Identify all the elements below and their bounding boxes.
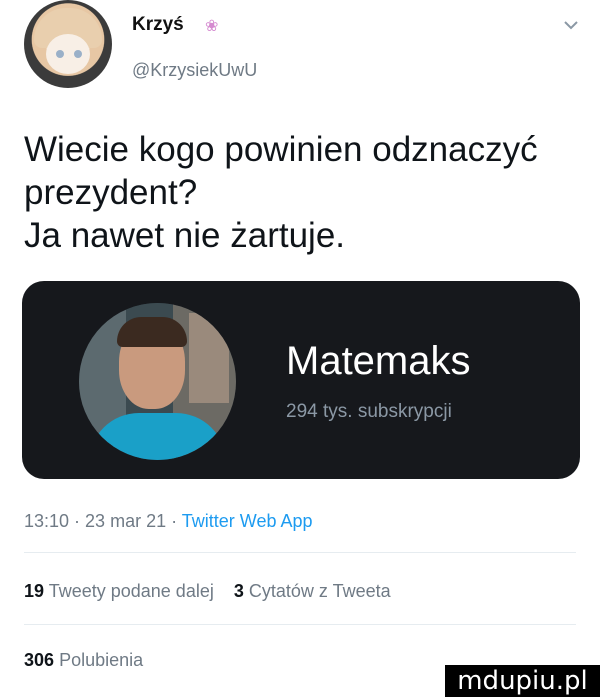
quotes-label: Cytatów z Tweeta bbox=[248, 581, 391, 601]
site-watermark: mdupiu.pl bbox=[445, 665, 600, 697]
flower-emoji-icon: ❀ bbox=[205, 18, 219, 35]
avatar-eye-right bbox=[74, 50, 82, 58]
quotes-count: 3 bbox=[233, 581, 244, 601]
author-avatar[interactable] bbox=[24, 0, 112, 88]
avatar-eye-left bbox=[56, 50, 64, 58]
tweet-text: Wiecie kogo powinien odznaczyć prezydent… bbox=[24, 130, 538, 255]
meta-separator: · bbox=[69, 511, 86, 531]
author-display-name[interactable]: Krzyś bbox=[132, 14, 184, 36]
tweet-metadata: 13:10 · 23 mar 21 · Twitter Web App bbox=[24, 511, 313, 532]
tweet-date[interactable]: 23 mar 21 bbox=[85, 511, 166, 531]
subscriber-count: 294 tys. subskrypcji bbox=[286, 401, 452, 422]
tweet-stats: 19 Tweety podane dalej 3 Cytatów z Tweet… bbox=[24, 581, 391, 602]
likes-label: Polubienia bbox=[59, 650, 144, 670]
meta-separator: · bbox=[166, 511, 182, 531]
retweets-label: Tweety podane dalej bbox=[48, 581, 214, 601]
channel-avatar bbox=[79, 303, 236, 460]
tweet-source-link[interactable]: Twitter Web App bbox=[182, 511, 313, 531]
retweets-stat[interactable]: 19 Tweety podane dalej bbox=[24, 581, 214, 601]
likes-stat[interactable]: 306 Polubienia bbox=[24, 650, 143, 671]
quotes-stat[interactable]: 3 Cytatów z Tweeta bbox=[234, 581, 391, 601]
channel-name: Matemaks bbox=[286, 339, 471, 383]
author-handle[interactable]: @KrzysiekUwU bbox=[132, 60, 257, 81]
chevron-down-icon[interactable] bbox=[560, 14, 582, 36]
divider bbox=[24, 552, 576, 553]
youtube-channel-card[interactable]: Matemaks 294 tys. subskrypcji bbox=[22, 281, 580, 479]
retweets-count: 19 bbox=[24, 581, 45, 601]
tweet-time[interactable]: 13:10 bbox=[24, 511, 69, 531]
likes-count: 306 bbox=[24, 650, 55, 670]
avatar-face bbox=[46, 34, 90, 74]
divider bbox=[24, 624, 576, 625]
